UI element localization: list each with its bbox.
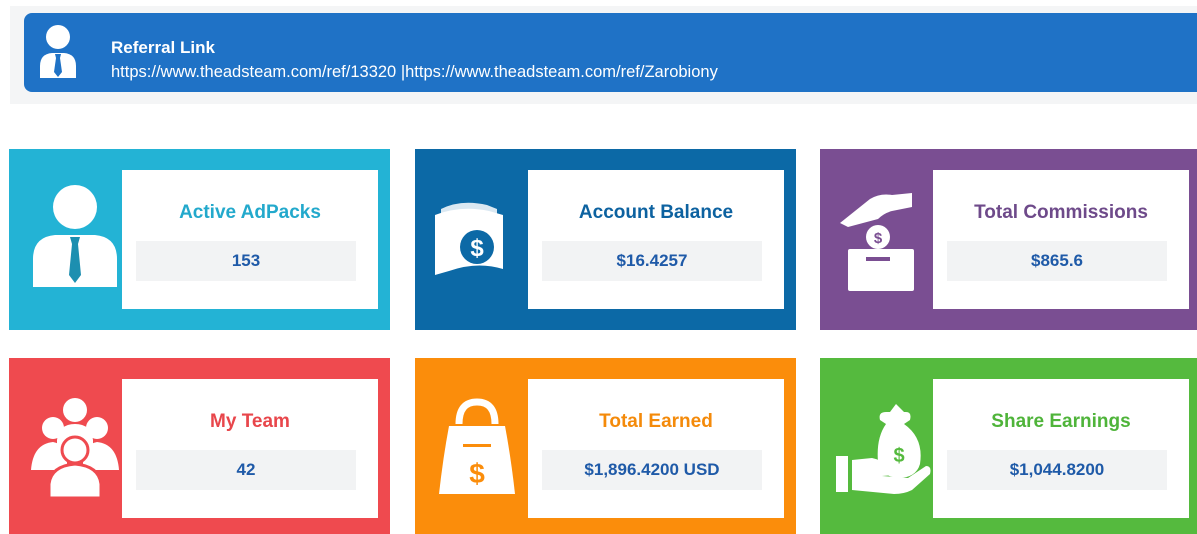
svg-text:$: $ <box>893 445 904 467</box>
total-commissions-panel: Total Commissions $865.6 <box>933 170 1189 309</box>
share-earnings-label: Share Earnings <box>991 411 1131 432</box>
my-team-value-box: 42 <box>136 450 356 490</box>
account-balance-label: Account Balance <box>578 202 734 223</box>
user-tie-icon <box>9 149 122 330</box>
referral-banner: Referral Link https://www.theadsteam.com… <box>24 13 1197 92</box>
money-bag-icon: $ <box>415 358 528 534</box>
svg-text:$: $ <box>874 230 883 247</box>
money-bills-icon: $ <box>415 149 528 330</box>
active-adpacks-card: Active AdPacks 153 <box>9 149 390 330</box>
my-team-value: 42 <box>236 460 256 479</box>
referral-links[interactable]: https://www.theadsteam.com/ref/13320 |ht… <box>111 62 718 82</box>
active-adpacks-label: Active AdPacks <box>179 202 321 223</box>
total-earned-label: Total Earned <box>599 411 713 432</box>
my-team-panel: My Team 42 <box>122 379 378 518</box>
svg-text:$: $ <box>470 235 484 262</box>
my-team-card: My Team 42 <box>9 358 390 534</box>
svg-text:$: $ <box>469 458 485 489</box>
active-adpacks-value: 153 <box>231 251 261 270</box>
referral-section: Referral Link https://www.theadsteam.com… <box>10 6 1197 104</box>
active-adpacks-panel: Active AdPacks 153 <box>122 170 378 309</box>
account-balance-value-box: $16.4257 <box>542 241 762 281</box>
total-earned-panel: Total Earned $1,896.4200 USD <box>528 379 784 518</box>
my-team-label: My Team <box>210 411 290 432</box>
share-earnings-panel: Share Earnings $1,044.8200 <box>933 379 1189 518</box>
referral-title: Referral Link <box>111 38 215 57</box>
team-group-icon <box>9 358 122 534</box>
share-earnings-value: $1,044.8200 <box>1009 460 1105 479</box>
total-commissions-label: Total Commissions <box>974 202 1148 223</box>
total-earned-value-box: $1,896.4200 USD <box>542 450 762 490</box>
total-commissions-card: $ Total Commissions $865.6 <box>820 149 1197 330</box>
user-tie-icon <box>38 24 78 80</box>
coin-drop-box-icon: $ <box>820 149 933 330</box>
share-earnings-value-box: $1,044.8200 <box>947 450 1167 490</box>
total-earned-card: $ Total Earned $1,896.4200 USD <box>415 358 796 534</box>
total-commissions-value: $865.6 <box>1031 251 1083 270</box>
active-adpacks-value-box: 153 <box>136 241 356 281</box>
account-balance-value: $16.4257 <box>616 251 688 270</box>
hand-money-bag-icon: $ <box>820 358 933 534</box>
account-balance-card: $ Account Balance $16.4257 <box>415 149 796 330</box>
share-earnings-card: $ Share Earnings $1,044.8200 <box>820 358 1197 534</box>
total-commissions-value-box: $865.6 <box>947 241 1167 281</box>
total-earned-value: $1,896.4200 USD <box>584 460 720 479</box>
account-balance-panel: Account Balance $16.4257 <box>528 170 784 309</box>
